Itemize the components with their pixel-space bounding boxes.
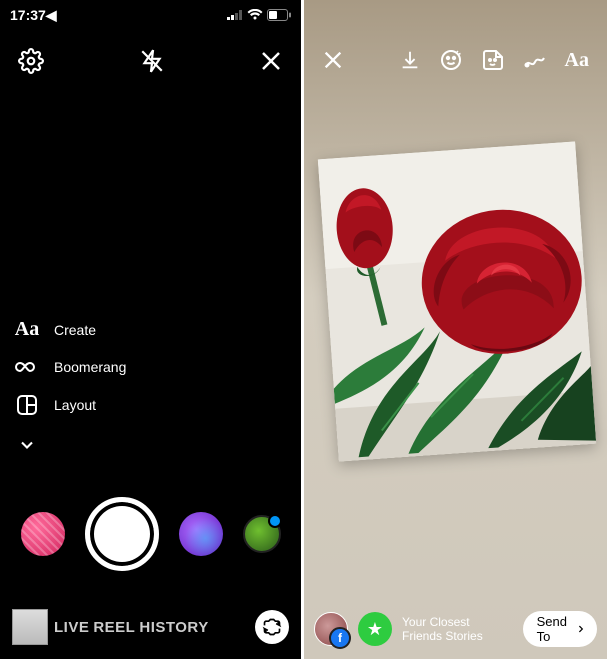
send-to-button[interactable]: Send To xyxy=(523,611,597,647)
filter-effect-2[interactable] xyxy=(179,512,223,556)
mode-layout[interactable]: Layout xyxy=(14,393,126,417)
camera-bottom-bar: LIVE REEL HISTORY xyxy=(0,609,301,645)
close-icon[interactable] xyxy=(259,49,283,73)
label-your: Your xyxy=(402,615,426,629)
close-icon[interactable] xyxy=(322,49,344,71)
edit-top-bar: Aa xyxy=(304,48,607,72)
mode-expand[interactable] xyxy=(14,435,126,455)
draw-icon[interactable] xyxy=(523,48,547,72)
status-icons xyxy=(227,9,291,21)
mode-create[interactable]: Aa Create xyxy=(14,318,126,341)
mode-list: Aa Create Boomerang Layout xyxy=(14,318,126,455)
send-to-label: Send To xyxy=(537,614,572,644)
camera-mode-tabs[interactable]: LIVE REEL HISTORY xyxy=(54,619,249,636)
mode-boomerang[interactable]: Boomerang xyxy=(14,359,126,375)
shutter-button[interactable] xyxy=(85,497,159,571)
status-bar: 17:37◀ xyxy=(0,0,301,26)
camera-screen: 17:37◀ Aa Create Boomerang xyxy=(0,0,304,659)
filter-effect-3[interactable] xyxy=(243,515,281,553)
gallery-button[interactable] xyxy=(12,609,48,645)
switch-camera-button[interactable] xyxy=(255,610,289,644)
star-icon: ★ xyxy=(358,612,392,646)
mode-label: Layout xyxy=(54,397,96,413)
tab-live[interactable]: LIVE xyxy=(54,619,89,636)
edit-tools: Aa xyxy=(399,48,589,72)
label-stories: Stories xyxy=(445,629,482,643)
infinity-icon xyxy=(14,360,40,374)
tab-reel[interactable]: REEL xyxy=(93,619,135,636)
signal-icon xyxy=(227,10,243,20)
share-labels: Your Closest Friends Stories xyxy=(402,615,513,643)
wifi-icon xyxy=(247,9,263,21)
tab-history[interactable]: HISTORY xyxy=(139,619,208,636)
download-icon[interactable] xyxy=(399,49,421,71)
filter-effect-1[interactable] xyxy=(21,512,65,556)
share-row: ★ Your Closest Friends Stories Send To xyxy=(304,611,607,647)
battery-icon xyxy=(267,9,291,21)
effects-icon[interactable] xyxy=(439,48,463,72)
status-time: 17:37◀ xyxy=(10,7,57,24)
chevron-right-icon xyxy=(575,621,587,637)
settings-icon[interactable] xyxy=(18,48,44,74)
story-media[interactable] xyxy=(318,141,597,461)
camera-top-bar xyxy=(0,26,301,74)
story-edit-screen: Aa xyxy=(304,0,607,659)
share-close-friends[interactable]: ★ xyxy=(358,612,392,646)
layout-icon xyxy=(14,393,40,417)
sticker-icon[interactable] xyxy=(481,48,505,72)
your-story-avatar xyxy=(314,612,348,646)
flash-off-icon[interactable] xyxy=(139,48,165,74)
chevron-down-icon xyxy=(14,435,40,455)
filter-carousel[interactable] xyxy=(0,497,301,571)
text-aa-icon: Aa xyxy=(14,318,40,341)
mode-label: Boomerang xyxy=(54,359,126,375)
text-tool-icon[interactable]: Aa xyxy=(565,49,589,72)
share-your-story[interactable] xyxy=(314,612,348,646)
switch-camera-icon xyxy=(262,617,282,637)
rose-photo xyxy=(318,141,597,461)
mode-label: Create xyxy=(54,322,96,338)
